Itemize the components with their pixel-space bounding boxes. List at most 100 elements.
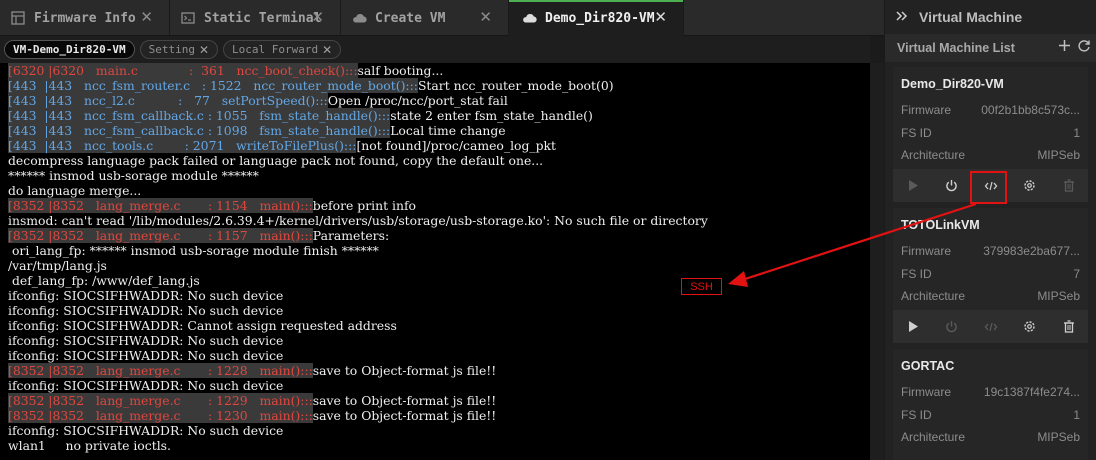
cloud-icon	[351, 10, 367, 26]
log-message: Open /proc/ncc/port_stat fail	[327, 93, 508, 108]
log-tid: [8352 |8352	[8, 228, 85, 243]
log-prefix: [8352 |8352 lang_merge.c : 1157 main()::…	[8, 228, 313, 243]
log-tid: [443 |443	[8, 108, 73, 123]
close-icon[interactable]: ✕	[140, 9, 153, 25]
terminal-line: def_lang_fp: /www/def_lang.js	[8, 273, 200, 288]
terminal-line: ****** insmod usb-sorage module ******	[8, 168, 259, 183]
log-prefix: [443 |443 ncc_fsm_callback.c : 1098 fsm_…	[8, 123, 391, 138]
code-icon	[984, 321, 998, 333]
vm-card[interactable]: TOTOLinkVM Firmware 379983e2ba677... FS ID 7…	[893, 208, 1088, 343]
log-prefix: [8352 |8352 lang_merge.c : 1229 main()::…	[8, 393, 313, 408]
vm-architecture: MIPSeb	[1037, 148, 1080, 163]
power-button[interactable]	[932, 310, 971, 343]
settings-button[interactable]	[1010, 310, 1049, 343]
terminal-line: ifconfig: SIOCSIFHWADDR: Cannot assign r…	[8, 318, 397, 333]
session-tab-setting[interactable]: Setting ✕	[139, 40, 219, 59]
tab-demo-dir820-vm[interactable]: Demo_Dir820-VM ✕	[509, 0, 684, 36]
log-func: writeToFilePlus()	[236, 138, 344, 153]
log-prefix: [6320 |6320 main.c : 361 ncc_boot_check(…	[8, 63, 358, 78]
play-button[interactable]	[893, 310, 932, 343]
tab-static-terminal[interactable]: Static Terminal ✕	[170, 0, 341, 36]
log-func: setPortSpeed()	[221, 93, 316, 108]
terminal-line: [8352 |8352 lang_merge.c : 1230 main()::…	[8, 408, 870, 423]
log-tid: [443 |443	[8, 123, 73, 138]
session-tab-local-forward[interactable]: Local Forward ✕	[223, 40, 342, 59]
tab-label: Create VM	[375, 10, 446, 26]
terminal-icon	[180, 10, 196, 26]
close-icon[interactable]: ✕	[311, 9, 324, 25]
terminal-line: [443 |443 ncc_fsm_router.c : 1522 ncc_ro…	[8, 78, 870, 93]
terminal-line: [8352 |8352 lang_merge.c : 1157 main()::…	[8, 228, 870, 243]
tab-create-vm[interactable]: Create VM ✕	[341, 0, 509, 36]
delete-button[interactable]	[1049, 310, 1088, 343]
log-message: Parameters:	[312, 228, 390, 243]
virtual-machine-panel: Virtual Machine Virtual Machine List Dem…	[884, 0, 1096, 460]
vm-firmware-row: Firmware 00f2b1bb8c573c...	[901, 99, 1080, 122]
terminal-line: ifconfig: SIOCSIFHWADDR: No such device	[8, 333, 284, 348]
terminal-line: [443 |443 ncc_fsm_callback.c : 1098 fsm_…	[8, 123, 870, 138]
vm-fs-id: 7	[1073, 266, 1080, 281]
vm-name: GORTAC	[901, 359, 955, 373]
log-prefix: [8352 |8352 lang_merge.c : 1154 main()::…	[8, 198, 313, 213]
vm-arch-row: Architecture MIPSeb	[901, 144, 1080, 167]
vm-arch-row: Architecture MIPSeb	[901, 285, 1080, 308]
play-button[interactable]	[893, 169, 932, 202]
vm-fsid-row: FS ID 7	[901, 263, 1080, 286]
power-button[interactable]	[932, 169, 971, 202]
session-tab-label: Setting	[148, 43, 195, 56]
terminal-line: [443 |443 ncc_fsm_callback.c : 1055 fsm_…	[8, 108, 870, 123]
gear-icon	[1023, 320, 1036, 333]
vm-name: Demo_Dir820-VM	[901, 77, 1004, 91]
close-icon[interactable]: ✕	[199, 43, 209, 57]
session-tab-vm[interactable]: VM-Demo_Dir820-VM	[4, 40, 135, 59]
close-icon[interactable]: ✕	[654, 9, 667, 25]
log-line: : 2071	[184, 138, 225, 153]
terminal-scrollbar[interactable]	[870, 63, 884, 460]
vm-card[interactable]: GORTAC Firmware 19c1387f4fe274... FS ID 1 Arc…	[893, 349, 1088, 460]
session-tabs: VM-Demo_Dir820-VM Setting ✕ Local Forwar…	[0, 36, 870, 63]
terminal-line: ori_lang_fp: ****** insmod usb-sorage mo…	[8, 243, 379, 258]
panel-title: Virtual Machine	[919, 9, 1023, 25]
tab-label: Static Terminal	[204, 10, 322, 26]
tab-firmware-info[interactable]: Firmware Info ✕	[0, 0, 170, 36]
log-tid: [8352 |8352	[8, 393, 85, 408]
log-line: : 1055	[207, 108, 248, 123]
vm-architecture: MIPSeb	[1037, 289, 1080, 304]
ssh-button[interactable]	[971, 310, 1010, 343]
field-label: Architecture	[901, 148, 966, 163]
close-icon[interactable]: ✕	[322, 43, 332, 57]
vm-firmware-row: Firmware 379983e2ba677...	[901, 240, 1080, 263]
log-line: : 1228	[208, 363, 248, 378]
refresh-icon[interactable]	[1077, 39, 1091, 56]
log-message: save to Object-format js file!!	[312, 363, 497, 378]
log-line: : 1229	[208, 393, 248, 408]
log-tid: [443 |443	[8, 93, 73, 108]
terminal-line: insmod: can't read '/lib/modules/2.6.39.…	[8, 213, 708, 228]
collapse-panel-icon[interactable]	[895, 9, 909, 26]
vm-firmware-row: Firmware 19c1387f4fe274...	[901, 381, 1080, 404]
field-label: FS ID	[901, 125, 932, 140]
close-icon[interactable]: ✕	[479, 9, 492, 25]
log-func: main()	[259, 393, 301, 408]
vm-arch-row: Architecture MIPSeb	[901, 426, 1080, 449]
settings-button[interactable]	[1010, 169, 1049, 202]
gear-icon	[1023, 179, 1036, 192]
terminal-line: decompress language pack failed or langu…	[8, 153, 544, 168]
field-label: Firmware	[901, 103, 951, 118]
log-tid: [8352 |8352	[8, 408, 85, 423]
log-tid: [8352 |8352	[8, 198, 85, 213]
plus-icon[interactable]	[1058, 39, 1071, 57]
terminal-line: ifconfig: SIOCSIFHWADDR: No such device	[8, 348, 284, 363]
delete-button[interactable]	[1049, 169, 1088, 202]
terminal-line: [8352 |8352 lang_merge.c : 1154 main()::…	[8, 198, 870, 213]
vm-fsid-row: FS ID 1	[901, 122, 1080, 145]
log-file: ncc_l2.c	[84, 93, 135, 108]
vm-list-header: Virtual Machine List	[885, 34, 1096, 62]
log-tid: [443 |443	[8, 78, 73, 93]
vm-info: GORTAC Firmware 19c1387f4fe274... FS ID 1 Arc…	[893, 349, 1088, 449]
log-file: lang_merge.c	[95, 363, 181, 378]
log-prefix: [8352 |8352 lang_merge.c : 1228 main()::…	[8, 363, 313, 378]
log-line: : 1230	[208, 408, 248, 423]
terminal-output[interactable]: [6320 |6320 main.c : 361 ncc_boot_check(…	[0, 63, 870, 460]
vm-name: TOTOLinkVM	[901, 218, 980, 232]
